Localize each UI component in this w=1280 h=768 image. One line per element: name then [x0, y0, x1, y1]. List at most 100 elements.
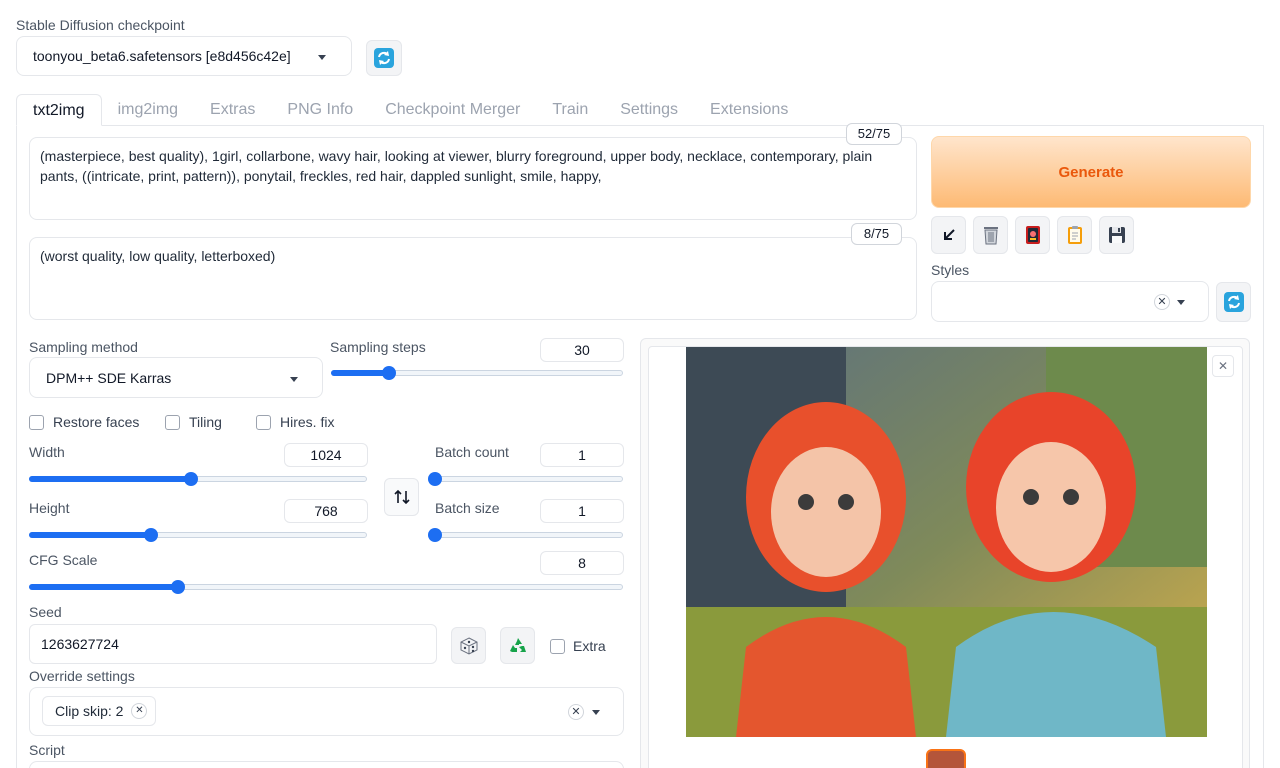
refresh-icon [1223, 292, 1244, 312]
batch-count-slider[interactable] [428, 471, 623, 487]
remove-chip-icon[interactable]: ✕ [131, 703, 148, 719]
sampling-steps-label: Sampling steps [330, 339, 426, 355]
height-label: Height [29, 500, 70, 516]
slider-thumb[interactable] [428, 472, 442, 486]
prompt-input[interactable]: (masterpiece, best quality), 1girl, coll… [29, 137, 917, 220]
tab-train[interactable]: Train [536, 94, 604, 126]
trash-icon [983, 227, 998, 245]
override-chip-label: Clip skip: 2 [55, 703, 124, 719]
reuse-seed-button[interactable] [500, 627, 535, 664]
refresh-checkpoint-button[interactable] [366, 40, 402, 76]
slider-fill [331, 370, 390, 376]
floppy-disk-icon [1108, 227, 1125, 243]
batch-size-slider[interactable] [428, 527, 623, 543]
width-input[interactable]: 1024 [284, 443, 368, 467]
clear-override-icon[interactable]: ✕ [568, 704, 584, 720]
sampling-steps-slider[interactable] [331, 365, 623, 381]
read-params-button[interactable] [931, 216, 966, 254]
refresh-styles-button[interactable] [1216, 282, 1251, 322]
clipboard-icon [1067, 226, 1082, 244]
extra-seed-label: Extra [573, 638, 606, 654]
slider-fill [29, 584, 178, 590]
tiling-checkbox[interactable] [165, 414, 180, 430]
clear-prompt-button[interactable] [973, 216, 1008, 254]
arrow-down-left-icon [943, 229, 955, 240]
slider-fill [29, 476, 192, 482]
height-input[interactable]: 768 [284, 499, 368, 523]
tab-extensions[interactable]: Extensions [694, 94, 804, 126]
batch-count-input[interactable]: 1 [540, 443, 624, 467]
random-seed-button[interactable] [451, 627, 486, 664]
extra-networks-button[interactable] [1015, 216, 1050, 254]
tab-checkpoint-merger[interactable]: Checkpoint Merger [369, 94, 536, 126]
cfg-scale-label: CFG Scale [29, 552, 98, 568]
tiling-label: Tiling [189, 414, 222, 430]
chevron-down-icon [318, 55, 326, 60]
script-label: Script [29, 742, 65, 758]
flower-card-icon [1025, 226, 1040, 244]
tab-img2img[interactable]: img2img [102, 94, 194, 126]
extra-seed-checkbox[interactable] [550, 638, 565, 654]
extra-seed-option[interactable]: Extra [550, 638, 606, 654]
height-slider[interactable] [29, 527, 367, 543]
negative-prompt-token-counter: 8/75 [851, 223, 902, 245]
tab-png-info[interactable]: PNG Info [271, 94, 369, 126]
restore-faces-label: Restore faces [53, 414, 140, 430]
checkpoint-value: toonyou_beta6.safetensors [e8d456c42e] [33, 48, 291, 64]
apply-style-button[interactable] [1057, 216, 1092, 254]
slider-fill [29, 532, 151, 538]
checkpoint-dropdown[interactable]: toonyou_beta6.safetensors [e8d456c42e] [16, 36, 352, 76]
clear-styles-icon[interactable]: ✕ [1154, 294, 1170, 310]
batch-size-label: Batch size [435, 500, 500, 516]
generated-image[interactable] [686, 347, 1207, 737]
sampling-method-value: DPM++ SDE Karras [46, 370, 172, 386]
slider-thumb[interactable] [184, 472, 199, 486]
tiling-option[interactable]: Tiling [165, 414, 222, 430]
close-icon[interactable]: ✕ [1212, 355, 1234, 377]
width-slider[interactable] [29, 471, 367, 487]
slider-track [435, 532, 623, 538]
seed-input[interactable]: 1263627724 [29, 624, 437, 664]
override-settings-dropdown[interactable]: Clip skip: 2 ✕ ✕ [29, 687, 624, 736]
tab-extras[interactable]: Extras [194, 94, 271, 126]
cfg-scale-input[interactable]: 8 [540, 551, 624, 575]
negative-prompt-input[interactable]: (worst quality, low quality, letterboxed… [29, 237, 917, 320]
hires-fix-checkbox[interactable] [256, 414, 271, 430]
save-style-button[interactable] [1099, 216, 1134, 254]
tab-settings[interactable]: Settings [604, 94, 694, 126]
swap-dimensions-button[interactable] [384, 478, 419, 516]
sampling-method-dropdown[interactable]: DPM++ SDE Karras [29, 357, 323, 398]
override-chip[interactable]: Clip skip: 2 ✕ [42, 696, 157, 726]
slider-track [435, 476, 623, 482]
swap-arrows-icon [393, 489, 410, 505]
chevron-down-icon [290, 377, 298, 382]
hires-fix-option[interactable]: Hires. fix [256, 414, 334, 430]
restore-faces-option[interactable]: Restore faces [29, 414, 139, 430]
gallery-frame: ✕ [648, 346, 1243, 768]
slider-thumb[interactable] [170, 580, 185, 594]
main-tabs: txt2img img2img Extras PNG Info Checkpoi… [16, 94, 804, 126]
generate-button[interactable]: Generate [931, 136, 1251, 208]
slider-thumb[interactable] [382, 366, 397, 380]
seed-value: 1263627724 [41, 636, 119, 652]
tab-txt2img[interactable]: txt2img [16, 94, 102, 126]
script-dropdown[interactable] [29, 761, 624, 768]
checkpoint-label: Stable Diffusion checkpoint [16, 17, 185, 33]
override-settings-label: Override settings [29, 668, 135, 684]
restore-faces-checkbox[interactable] [29, 414, 44, 430]
styles-dropdown[interactable]: ✕ [931, 281, 1209, 322]
seed-label: Seed [29, 604, 62, 620]
gallery-thumbnail[interactable] [926, 749, 966, 768]
sampling-method-label: Sampling method [29, 339, 138, 355]
prompt-token-counter: 52/75 [846, 123, 902, 145]
width-label: Width [29, 444, 65, 460]
hires-fix-label: Hires. fix [280, 414, 335, 430]
sampling-steps-input[interactable]: 30 [540, 338, 624, 362]
chevron-down-icon [592, 710, 600, 715]
recycle-icon [509, 637, 526, 652]
slider-thumb[interactable] [428, 528, 442, 542]
slider-thumb[interactable] [143, 528, 158, 542]
cfg-scale-slider[interactable] [29, 579, 623, 595]
refresh-icon [374, 48, 394, 68]
batch-size-input[interactable]: 1 [540, 499, 624, 523]
